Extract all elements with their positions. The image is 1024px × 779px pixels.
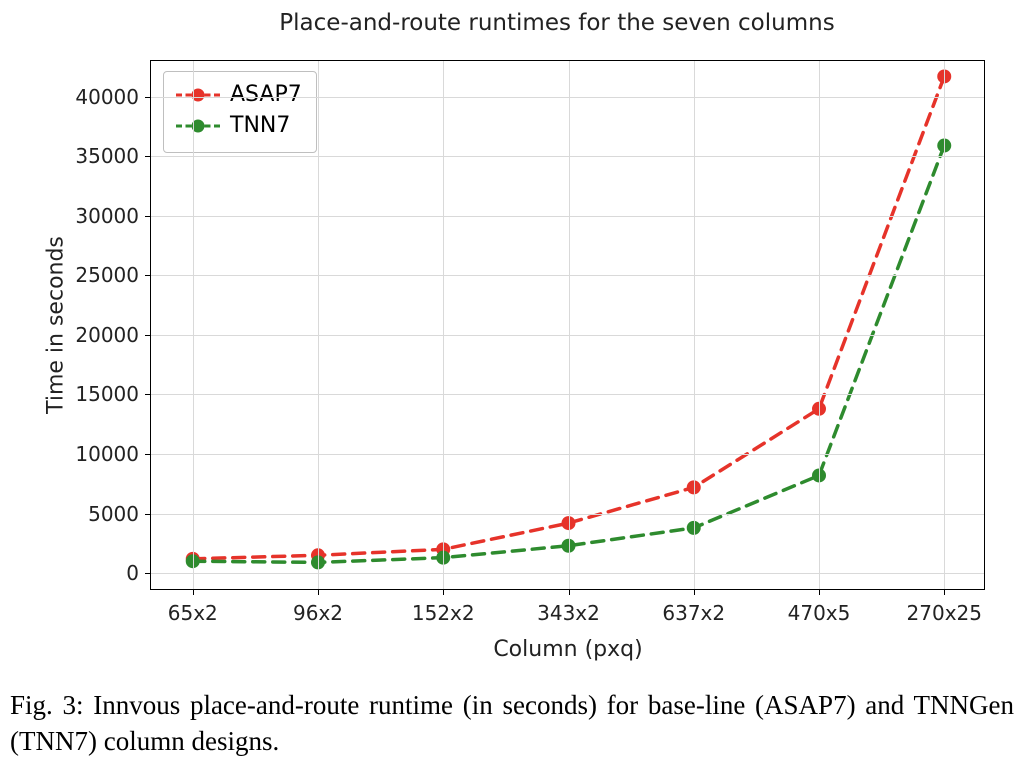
y-tick-label: 0: [126, 561, 151, 585]
caption-prefix: Fig. 3:: [10, 690, 93, 720]
gridline-horizontal: [151, 275, 984, 276]
gridline-horizontal: [151, 216, 984, 217]
x-tick-label: 65x2: [168, 589, 218, 625]
legend-label: TNN7: [230, 111, 290, 142]
y-tick-label: 5000: [88, 502, 151, 526]
gridline-horizontal: [151, 394, 984, 395]
gridline-horizontal: [151, 454, 984, 455]
gridline-vertical: [819, 61, 820, 589]
x-axis-label: Column (pxq): [493, 637, 642, 662]
y-tick-label: 20000: [75, 323, 151, 347]
gridline-horizontal: [151, 335, 984, 336]
y-tick-label: 25000: [75, 263, 151, 287]
x-tick-label: 96x2: [293, 589, 343, 625]
x-tick-label: 470x5: [788, 589, 851, 625]
legend-row: TNN7: [176, 111, 302, 142]
plot-area: ASAP7TNN7 050001000015000200002500030000…: [150, 60, 985, 590]
plot-frame: ASAP7TNN7 050001000015000200002500030000…: [150, 60, 985, 590]
x-tick-label: 270x25: [907, 589, 982, 625]
x-tick-label: 343x2: [537, 589, 600, 625]
chart-legend: ASAP7TNN7: [163, 71, 317, 153]
gridline-vertical: [944, 61, 945, 589]
gridline-vertical: [193, 61, 194, 589]
x-tick-label: 637x2: [662, 589, 725, 625]
figure-container: Place-and-route runtimes for the seven c…: [20, 10, 1004, 660]
gridline-horizontal: [151, 156, 984, 157]
legend-row: ASAP7: [176, 80, 302, 111]
y-tick-label: 15000: [75, 382, 151, 406]
y-axis-label: Time in seconds: [44, 236, 69, 414]
y-tick-label: 10000: [75, 442, 151, 466]
chart-title: Place-and-route runtimes for the seven c…: [20, 10, 1004, 36]
legend-label: ASAP7: [230, 80, 302, 111]
y-tick-label: 30000: [75, 204, 151, 228]
gridline-horizontal: [151, 573, 984, 574]
x-tick-label: 152x2: [412, 589, 475, 625]
y-tick-label: 40000: [75, 85, 151, 109]
gridline-vertical: [569, 61, 570, 589]
legend-swatch: [176, 84, 220, 106]
gridline-horizontal: [151, 97, 984, 98]
gridline-vertical: [318, 61, 319, 589]
figure-caption: Fig. 3: Innvous place-and-route runtime …: [10, 687, 1014, 760]
legend-swatch: [176, 115, 220, 137]
gridline-horizontal: [151, 514, 984, 515]
gridline-vertical: [694, 61, 695, 589]
y-tick-label: 35000: [75, 144, 151, 168]
gridline-vertical: [443, 61, 444, 589]
caption-body: Innvous place-and-route runtime (in seco…: [10, 690, 1014, 756]
